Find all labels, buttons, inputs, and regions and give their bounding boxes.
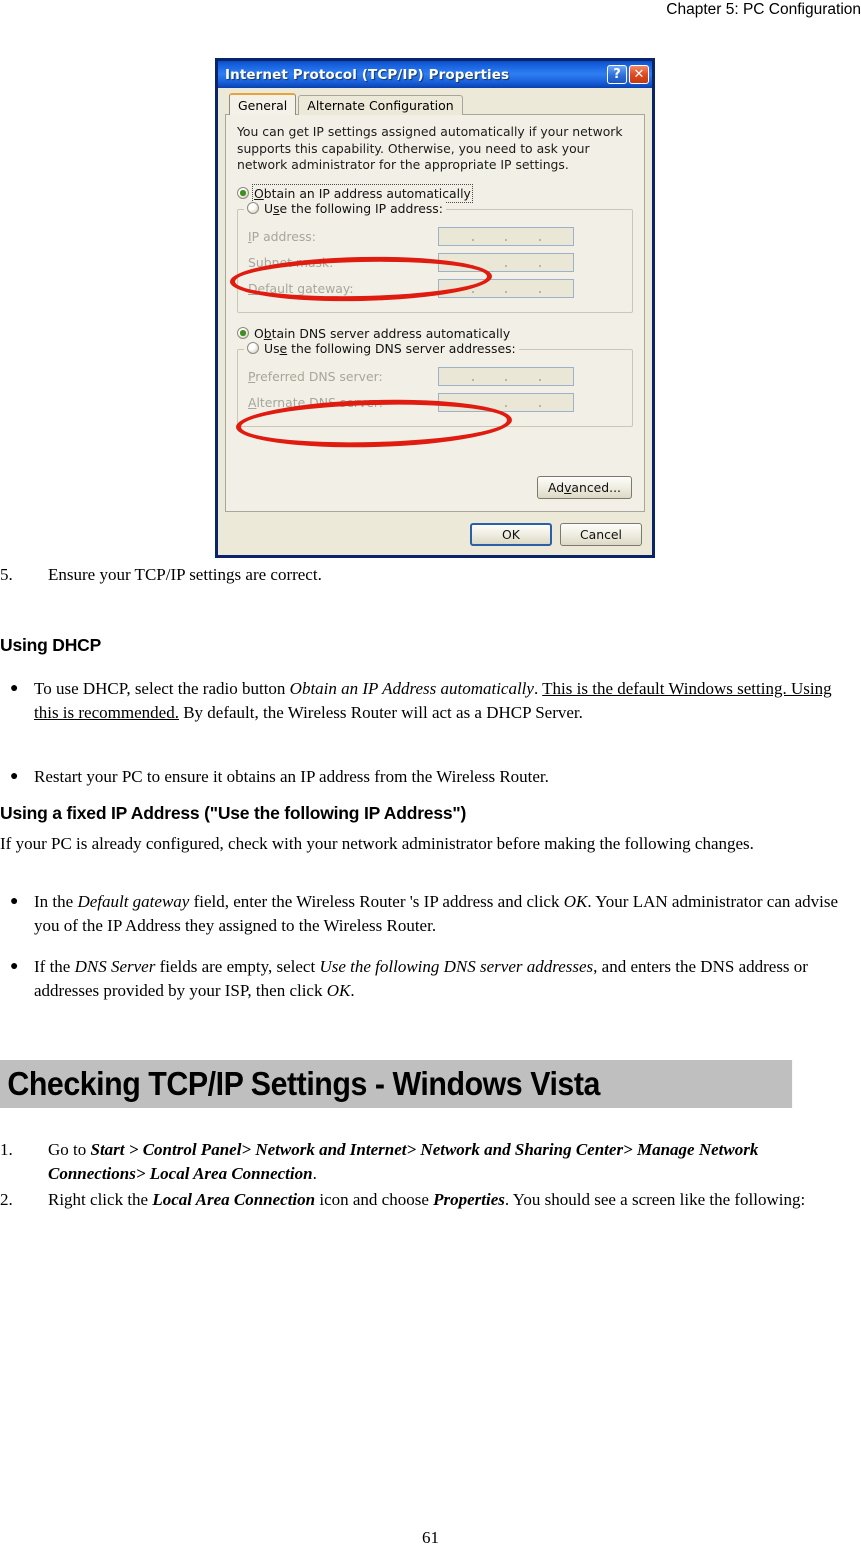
gateway-octet-1: [439, 280, 474, 297]
bullet-dhcp-2-text: Restart your PC to ensure it obtains an …: [34, 767, 549, 786]
input-preferred-dns[interactable]: [438, 367, 574, 386]
tcpip-properties-dialog: Internet Protocol (TCP/IP) Properties ? …: [215, 58, 655, 558]
label-preferred-dns: Preferred DNS server:: [248, 369, 383, 384]
bullet-dot-icon: ●: [10, 959, 19, 974]
close-icon[interactable]: ✕: [629, 65, 649, 84]
radio-button-icon-ip-manual[interactable]: [247, 202, 259, 214]
ip-octet-3: [506, 228, 541, 245]
pdns-octet-4: [540, 368, 574, 385]
ip-octet-1: [439, 228, 474, 245]
list-item-step-2: 2. Right click the Local Area Connection…: [0, 1188, 850, 1212]
step-5-text: Ensure your TCP/IP settings are correct.: [48, 565, 322, 584]
page-header-text: Chapter 5: PC Configuration: [666, 1, 861, 18]
cancel-button[interactable]: Cancel: [560, 523, 642, 546]
step-1-text: Go to Start > Control Panel> Network and…: [48, 1140, 759, 1183]
pdns-octet-3: [506, 368, 541, 385]
tab-panel-general: You can get IP settings assigned automat…: [225, 114, 645, 512]
intro-text: You can get IP settings assigned automat…: [237, 124, 623, 172]
page-number: 61: [422, 1528, 439, 1547]
input-default-gateway[interactable]: [438, 279, 574, 298]
dialog-titlebar: Internet Protocol (TCP/IP) Properties ? …: [218, 61, 652, 88]
input-subnet-mask[interactable]: [438, 253, 574, 272]
heading-using-dhcp: Using DHCP: [0, 635, 102, 655]
bullet-dot-icon: ●: [10, 894, 19, 909]
ok-button[interactable]: OK: [470, 523, 552, 546]
step-1-number: 1.: [0, 1140, 13, 1159]
group-legend-label-dns: Use the following DNS server addresses:: [264, 340, 516, 356]
step-5-number: 5.: [0, 565, 13, 584]
gateway-octet-2: [473, 280, 507, 297]
group-legend-use-following-dns[interactable]: Use the following DNS server addresses:: [244, 340, 519, 356]
gateway-octet-3: [506, 280, 541, 297]
pdns-octet-1: [439, 368, 474, 385]
bullet-dot-icon: ●: [10, 681, 19, 696]
tab-general[interactable]: General: [229, 93, 297, 115]
mask-octet-3: [506, 254, 541, 271]
radio-label-dns-auto: Obtain DNS server address automatically: [254, 325, 511, 341]
page-header: Chapter 5: PC Configuration: [0, 0, 861, 20]
label-default-gateway: Default gateway:: [248, 281, 354, 296]
step-2-text: Right click the Local Area Connection ic…: [48, 1190, 806, 1209]
radio-obtain-ip-automatically[interactable]: Obtain an IP address automatically: [237, 183, 633, 203]
bullet-dhcp-1-text: To use DHCP, select the radio button Obt…: [34, 679, 832, 722]
ip-octet-4: [540, 228, 574, 245]
bullet-dhcp-1: ● To use DHCP, select the radio button O…: [0, 677, 855, 724]
bullet-dot-icon: ●: [10, 769, 19, 784]
tab-alternate-configuration[interactable]: Alternate Configuration: [298, 95, 463, 115]
dialog-footer: OK Cancel: [470, 523, 642, 546]
bullet-fixed-1-text: In the Default gateway field, enter the …: [34, 892, 839, 935]
dialog-body: General Alternate Configuration You can …: [218, 88, 652, 555]
dialog-title: Internet Protocol (TCP/IP) Properties: [225, 66, 510, 83]
advanced-button-wrap: Ad v anced...: [536, 476, 632, 499]
input-ip-address[interactable]: [438, 227, 574, 246]
adns-octet-4: [540, 394, 574, 411]
list-item-step-5: 5. Ensure your TCP/IP settings are corre…: [0, 563, 830, 587]
field-row-subnet-mask: Subnet mask:: [248, 250, 622, 276]
radio-button-icon-dns-manual[interactable]: [247, 342, 259, 354]
mask-octet-1: [439, 254, 474, 271]
field-row-preferred-dns: Preferred DNS server:: [248, 364, 622, 390]
group-use-following-ip: Use the following IP address: IP address…: [237, 200, 633, 313]
section-banner-windows-vista: Checking TCP/IP Settings - Windows Vista: [0, 1060, 793, 1108]
mask-octet-4: [540, 254, 574, 271]
paragraph-fixed-ip: If your PC is already configured, check …: [0, 834, 754, 853]
field-row-ip-address: IP address:: [248, 224, 622, 250]
adns-octet-2: [473, 394, 507, 411]
advanced-button[interactable]: Ad v anced...: [536, 476, 632, 499]
adns-octet-3: [506, 394, 541, 411]
heading-using-fixed-ip: Using a fixed IP Address ("Use the follo…: [0, 803, 467, 823]
label-subnet-mask: Subnet mask:: [248, 255, 334, 270]
titlebar-button-group: ? ✕: [607, 65, 649, 84]
pdns-octet-2: [473, 368, 507, 385]
label-alternate-dns: Alternate DNS server:: [248, 395, 383, 410]
group-legend-use-following-ip[interactable]: Use the following IP address:: [244, 200, 446, 216]
label-ip-address: IP address:: [248, 229, 316, 244]
radio-label-ip-auto: Obtain an IP address automatically: [252, 183, 473, 203]
list-item-step-1: 1. Go to Start > Control Panel> Network …: [0, 1138, 850, 1185]
help-icon[interactable]: ?: [607, 65, 627, 84]
field-row-default-gateway: Default gateway:: [248, 276, 622, 302]
ip-octet-2: [473, 228, 507, 245]
mask-octet-2: [473, 254, 507, 271]
group-legend-label-ip: Use the following IP address:: [264, 200, 443, 216]
tab-strip: General Alternate Configuration: [225, 93, 645, 115]
radio-button-icon-ip-auto[interactable]: [237, 187, 249, 199]
adns-octet-1: [439, 394, 474, 411]
gateway-octet-4: [540, 280, 574, 297]
field-row-alternate-dns: Alternate DNS server:: [248, 390, 622, 416]
radio-button-icon-dns-auto[interactable]: [237, 327, 249, 339]
group-use-following-dns: Use the following DNS server addresses: …: [237, 340, 633, 427]
step-2-number: 2.: [0, 1190, 13, 1209]
bullet-fixed-2: ● If the DNS Server fields are empty, se…: [0, 955, 855, 1002]
bullet-fixed-1: ● In the Default gateway field, enter th…: [0, 890, 855, 937]
bullet-dhcp-2: ● Restart your PC to ensure it obtains a…: [0, 765, 855, 789]
bullet-fixed-2-text: If the DNS Server fields are empty, sele…: [34, 957, 808, 1000]
radio-obtain-dns-automatically[interactable]: Obtain DNS server address automatically: [237, 325, 633, 342]
input-alternate-dns[interactable]: [438, 393, 574, 412]
